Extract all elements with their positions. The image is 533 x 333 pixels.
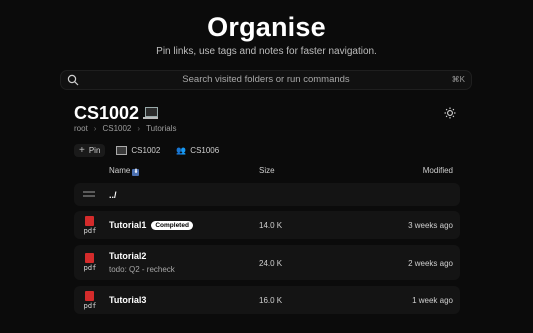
table-header: Name ⬇ Size Modified (74, 166, 460, 178)
page-subtitle: Pin links, use tags and notes for faster… (156, 46, 377, 57)
plus-icon: + (79, 144, 85, 156)
file-modified: 3 weeks ago (408, 221, 453, 230)
header-name[interactable]: Name ⬇ (109, 166, 140, 176)
table-row[interactable]: pdf Tutorial1 Completed 14.0 K 3 weeks ag… (74, 211, 460, 239)
parent-directory-label: ../ (109, 190, 117, 200)
breadcrumb: root › CS1002 › Tutorials (74, 124, 176, 133)
sort-down-icon[interactable]: ⬇ (132, 169, 140, 176)
header-modified[interactable]: Modified (423, 166, 453, 175)
folder-title-text: CS1002 (74, 103, 140, 123)
chip-cs1002[interactable]: CS1002 (111, 144, 165, 157)
header-size[interactable]: Size (259, 166, 275, 175)
file-name: Tutorial3 (109, 295, 147, 305)
breadcrumb-cs1002[interactable]: CS1002 (102, 124, 131, 133)
breadcrumb-tutorials[interactable]: Tutorials (146, 124, 176, 133)
command-search[interactable]: Search visited folders or run commands ⌘… (60, 70, 472, 90)
chip-label: CS1006 (190, 146, 220, 155)
table-row[interactable]: pdf Tutorial3 16.0 K 1 week ago (74, 286, 460, 314)
chevron-right-icon: › (93, 124, 97, 133)
table-row[interactable]: pdf Tutorial2 todo: Q2 - recheck 24.0 K … (74, 245, 460, 280)
file-name: Tutorial1 Completed (109, 220, 193, 230)
pin-button[interactable]: + Pin (74, 144, 106, 157)
pdf-icon-label: pdf (83, 302, 97, 310)
chip-cs1006[interactable]: 👥 CS1006 (171, 144, 224, 157)
pinned-chips: + Pin CS1002 👥 CS1006 (74, 144, 224, 157)
file-note: todo: Q2 - recheck (109, 265, 175, 274)
file-name: Tutorial2 (109, 251, 147, 261)
header-name-label: Name (109, 166, 131, 175)
search-placeholder: Search visited folders or run commands (182, 74, 350, 85)
pdf-icon: pdf (82, 253, 98, 273)
chip-label: CS1002 (131, 146, 161, 155)
pdf-icon: pdf (82, 216, 98, 236)
people-icon: 👥 (176, 146, 187, 155)
page-title: Organise (207, 12, 326, 42)
parent-directory-row[interactable]: ../ (74, 183, 460, 206)
laptop-icon (116, 146, 128, 155)
file-size: 14.0 K (259, 221, 283, 230)
laptop-icon (143, 107, 159, 120)
breadcrumb-root[interactable]: root (74, 124, 88, 133)
file-name-text: Tutorial1 (109, 220, 147, 230)
file-size: 16.0 K (259, 296, 283, 305)
pdf-icon-label: pdf (83, 264, 97, 272)
theme-toggle-sun-icon[interactable] (442, 105, 458, 121)
shortcut-hint: ⌘K (451, 75, 465, 84)
chevron-right-icon: › (137, 124, 141, 133)
up-directory-icon (83, 191, 95, 197)
completed-badge: Completed (151, 221, 193, 230)
file-size: 24.0 K (259, 259, 283, 268)
pin-label: Pin (88, 146, 101, 155)
pdf-icon-label: pdf (83, 227, 97, 235)
pdf-icon: pdf (82, 291, 98, 311)
file-modified: 1 week ago (412, 296, 453, 305)
folder-title: CS1002 (74, 103, 159, 124)
file-modified: 2 weeks ago (408, 259, 453, 268)
